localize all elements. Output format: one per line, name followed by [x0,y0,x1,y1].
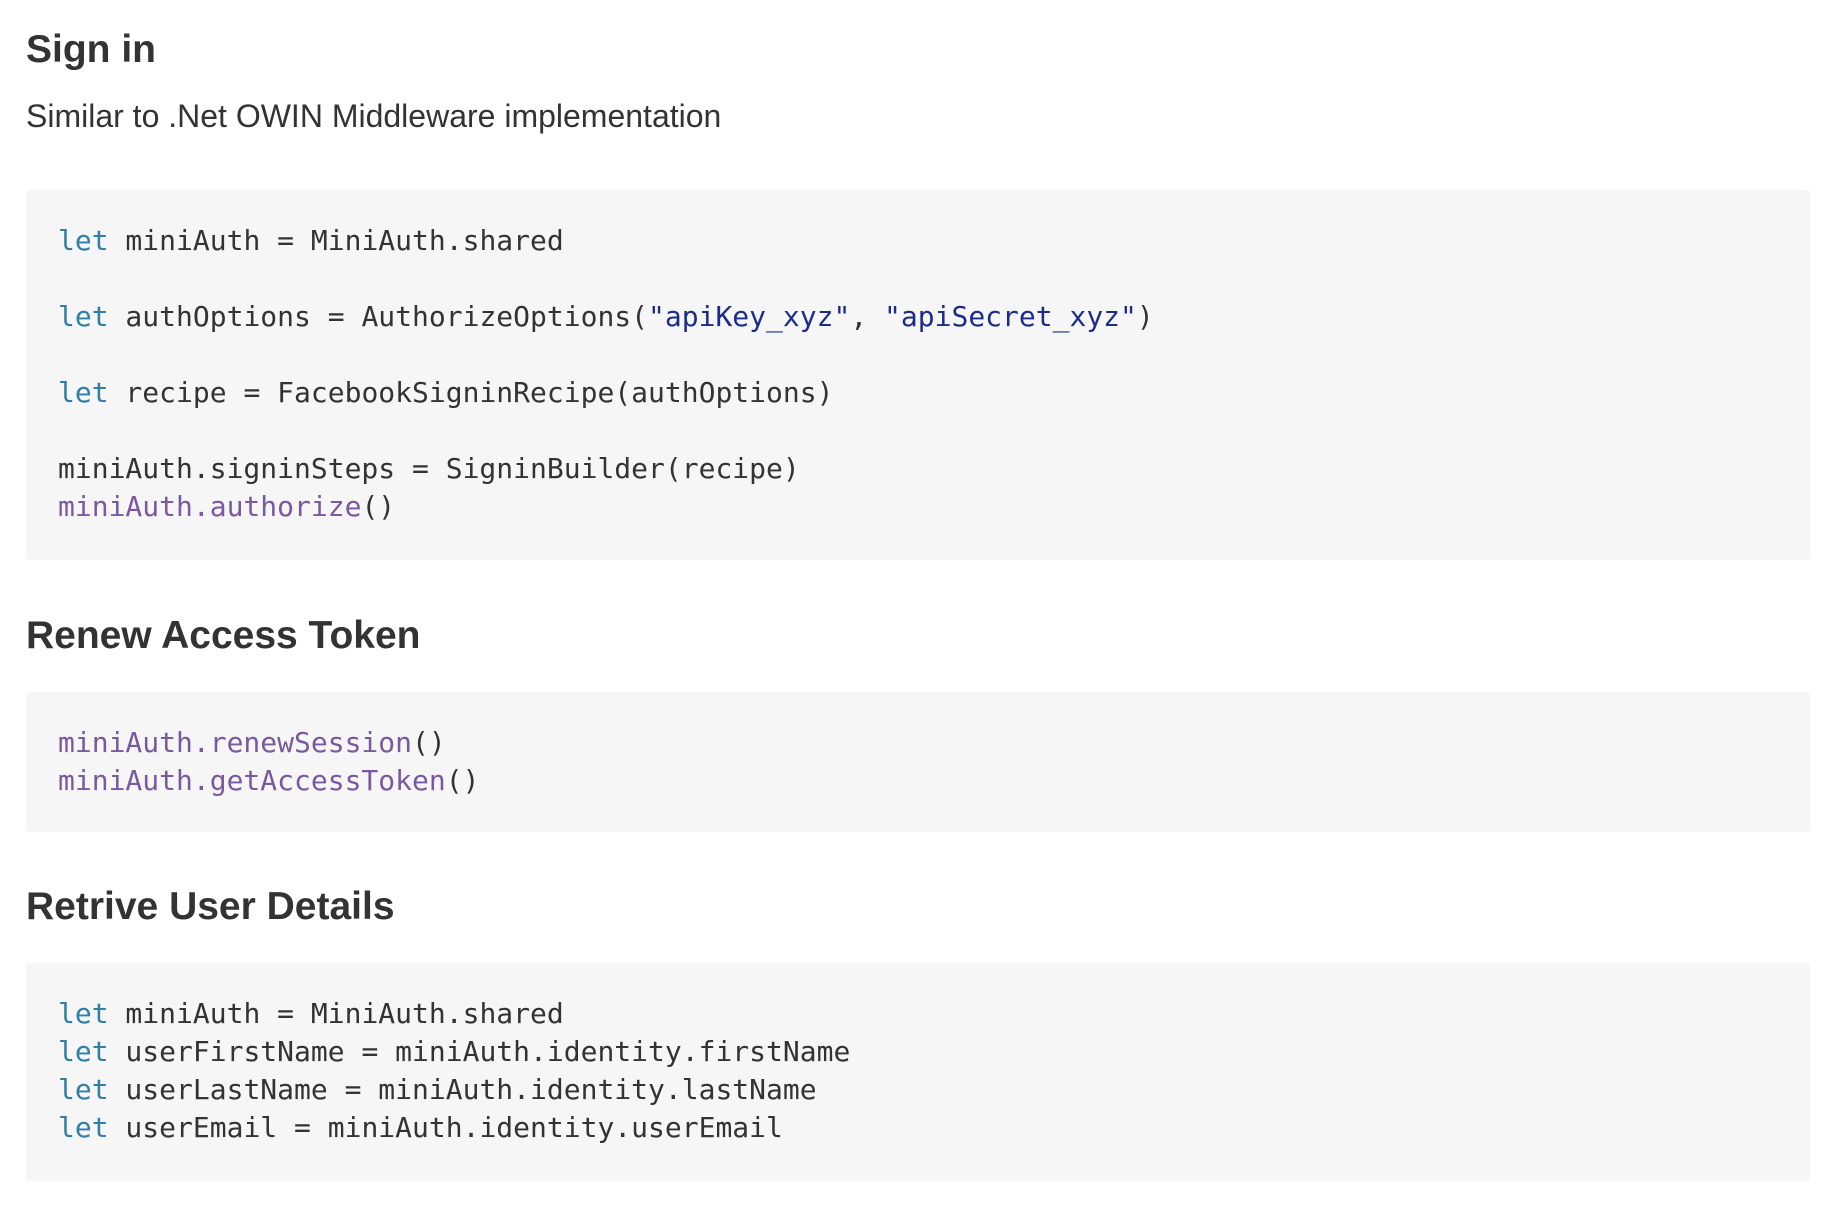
code-line: let authOptions = AuthorizeOptions("apiK… [58,298,1778,336]
code-keyword: let [58,224,109,257]
code-string: "apiKey_xyz" [648,300,851,333]
code-text: ) [1136,300,1154,333]
code-text: () [412,726,446,759]
code-line: miniAuth.authorize() [58,488,1778,526]
code-string: "apiSecret_xyz" [884,300,1137,333]
heading-retrive-user-details: Retrive User Details [26,885,395,928]
code-line: miniAuth.renewSession() [58,724,1778,762]
code-line: let userFirstName = miniAuth.identity.fi… [58,1033,1778,1071]
code-line: let userLastName = miniAuth.identity.las… [58,1071,1778,1109]
code-line: miniAuth.getAccessToken() [58,762,1778,800]
code-block-renew-token: miniAuth.renewSession() miniAuth.getAcces… [26,692,1810,832]
code-block-user-details: let miniAuth = MiniAuth.shared let userFi… [26,963,1810,1181]
code-keyword: let [58,1035,109,1068]
code-text: userLastName = miniAuth.identity.lastNam… [108,1073,817,1106]
code-keyword: let [58,376,109,409]
code-text: , [850,300,885,333]
code-text: recipe = FacebookSigninRecipe(authOption… [108,376,834,409]
heading-renew-access-token: Renew Access Token [26,614,421,657]
code-text: () [361,490,396,523]
code-keyword: let [58,1111,109,1144]
code-line: let userEmail = miniAuth.identity.userEm… [58,1109,1778,1147]
code-keyword: let [58,300,109,333]
code-text: miniAuth = MiniAuth.shared [108,224,564,257]
code-text: () [445,764,480,797]
code-keyword: let [58,1073,109,1106]
code-line: let miniAuth = MiniAuth.shared [58,995,1778,1033]
code-block-sign-in: let miniAuth = MiniAuth.shared let authOp… [26,190,1810,560]
code-text: miniAuth = MiniAuth.shared [108,997,564,1030]
heading-sign-in: Sign in [26,28,156,71]
code-function: miniAuth.authorize [58,490,362,523]
code-function: miniAuth.renewSession [58,726,413,759]
code-keyword: let [58,997,109,1030]
code-line: let miniAuth = MiniAuth.shared [58,222,1778,260]
code-line: let recipe = FacebookSigninRecipe(authOp… [58,374,1778,412]
code-text: miniAuth.signinSteps = SigninBuilder(rec… [58,452,800,485]
code-text: userEmail = miniAuth.identity.userEmail [108,1111,783,1144]
code-line: miniAuth.signinSteps = SigninBuilder(rec… [58,450,1778,488]
code-function: miniAuth.getAccessToken [58,764,446,797]
code-text: userFirstName = miniAuth.identity.firstN… [108,1035,851,1068]
code-text: authOptions = AuthorizeOptions( [108,300,649,333]
intro-text: Similar to .Net OWIN Middleware implemen… [26,98,722,134]
